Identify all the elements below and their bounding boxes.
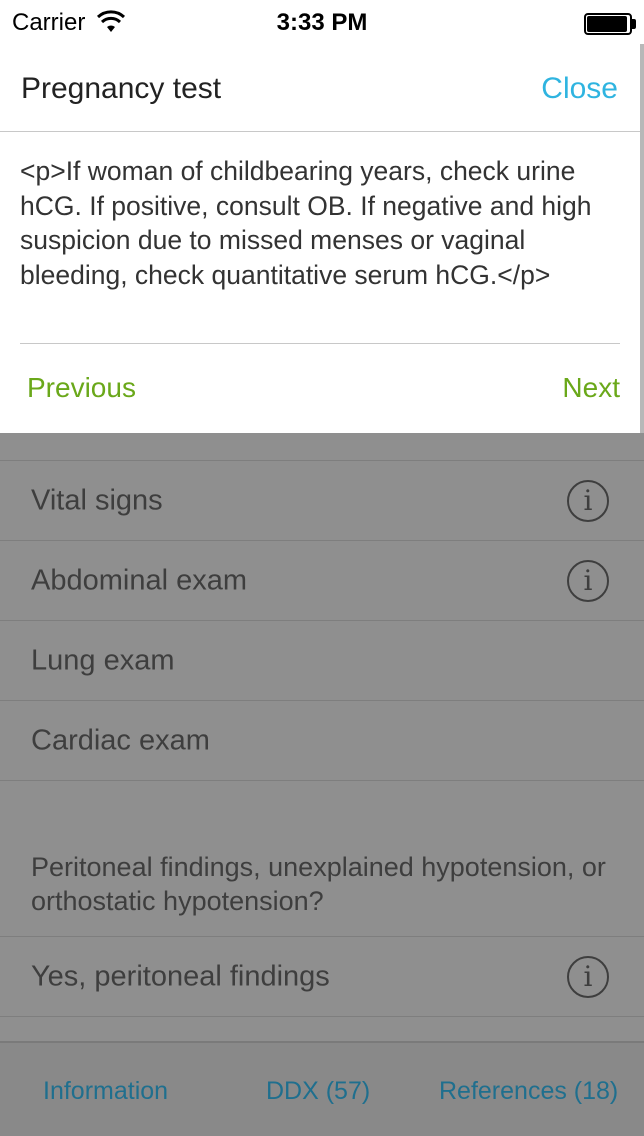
list-item-label: Yes, peritoneal findings <box>31 960 330 992</box>
section-header: Peritoneal findings, unexplained hypoten… <box>0 781 644 937</box>
popover-edge <box>640 44 644 433</box>
info-popover: Pregnancy test Close <p>If woman of chil… <box>0 44 640 433</box>
popover-header: Pregnancy test Close <box>0 44 640 132</box>
divider <box>20 343 620 344</box>
tab-information[interactable]: Information <box>43 1077 168 1106</box>
list-item-yes-peritoneal[interactable]: Yes, peritoneal findings i <box>0 937 644 1017</box>
popover-title: Pregnancy test <box>21 72 222 105</box>
tab-references[interactable]: References (18) <box>439 1077 618 1106</box>
list-item-label: Lung exam <box>31 644 175 676</box>
list-item-label: Cardiac exam <box>31 724 210 756</box>
status-time: 3:33 PM <box>276 9 368 36</box>
tab-ddx[interactable]: DDX (57) <box>266 1077 370 1106</box>
previous-button[interactable]: Previous <box>27 372 136 404</box>
list-item-cardiac-exam[interactable]: Cardiac exam <box>0 701 644 781</box>
info-icon[interactable]: i <box>567 559 609 602</box>
next-button[interactable]: Next <box>562 372 620 404</box>
list-item-label: Vital signs <box>31 484 163 516</box>
list-item-vital-signs[interactable]: Vital signs i <box>0 461 644 541</box>
section-question: Peritoneal findings, unexplained hypoten… <box>31 852 606 916</box>
list-item-label: Abdominal exam <box>31 564 247 596</box>
popover-body-text: <p>If woman of childbearing years, check… <box>20 156 592 290</box>
close-button[interactable]: Close <box>541 72 618 106</box>
battery-icon <box>584 13 636 35</box>
tab-bar: Information DDX (57) References (18) <box>0 1041 644 1136</box>
status-bar: Carrier 3:33 PM <box>0 0 644 44</box>
info-icon[interactable]: i <box>567 479 609 522</box>
info-icon[interactable]: i <box>567 955 609 998</box>
list-item-lung-exam[interactable]: Lung exam <box>0 621 644 701</box>
list-item-abdominal-exam[interactable]: Abdominal exam i <box>0 541 644 621</box>
